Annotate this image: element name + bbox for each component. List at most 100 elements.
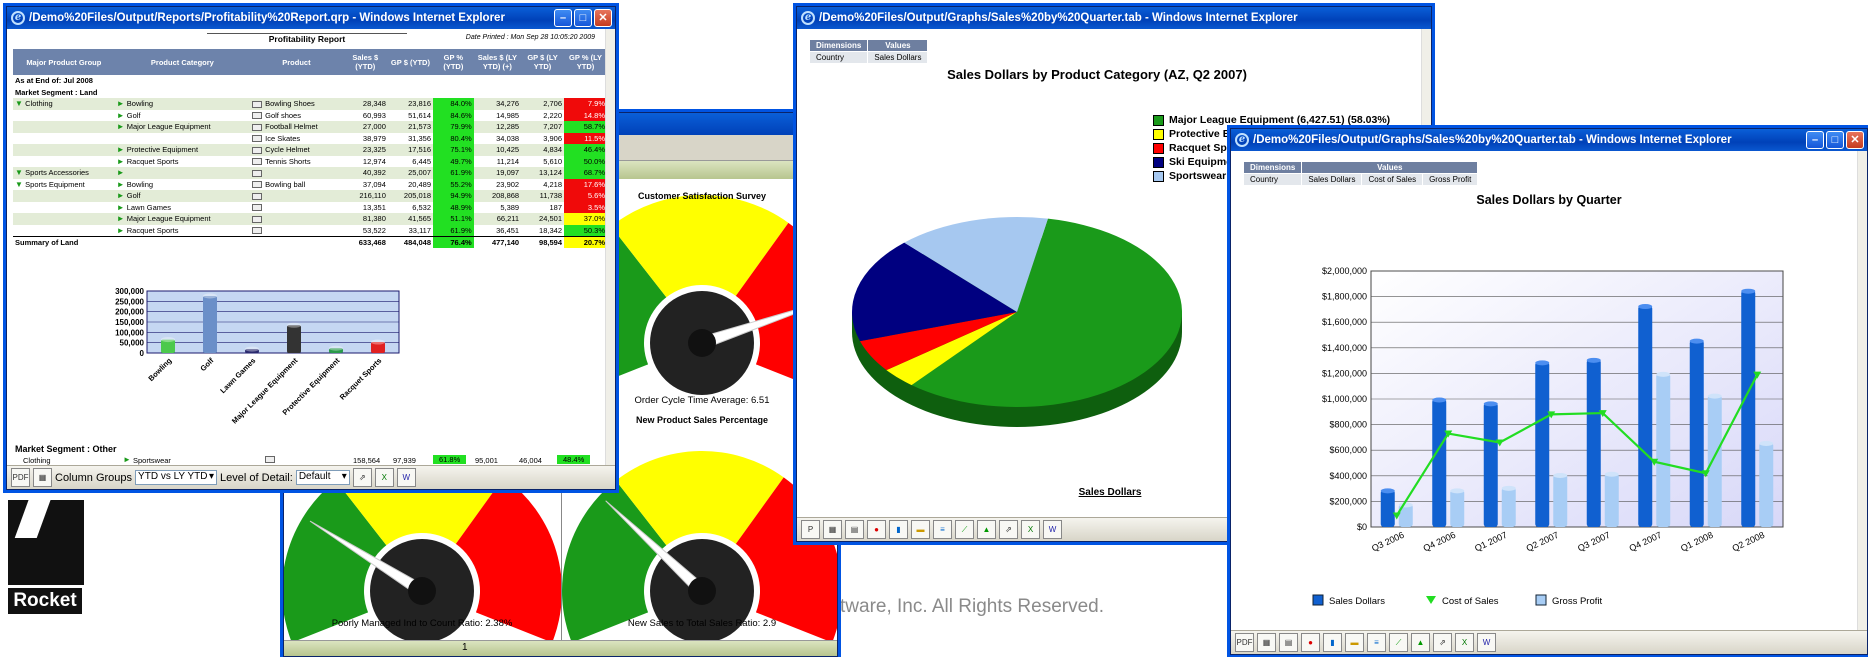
x-tick-label: Lawn Games <box>218 356 257 395</box>
line-chart-icon[interactable]: ⟋ <box>1389 633 1408 652</box>
bar-sales-dollars <box>1689 340 1704 527</box>
area-chart-icon[interactable]: ▲ <box>1411 633 1430 652</box>
bar-gross-profit <box>1450 489 1465 527</box>
legend-swatch <box>1153 156 1164 168</box>
bar-cap <box>1501 485 1516 491</box>
other-sales: 158,564 <box>353 456 381 465</box>
horizontal-bar-icon[interactable]: ≡ <box>1367 633 1386 652</box>
bar-cap <box>1450 488 1465 494</box>
x-tick-label: Q2 2007 <box>1525 530 1561 554</box>
export-icon[interactable]: ⇗ <box>999 520 1018 539</box>
pie-chart-icon[interactable]: ● <box>867 520 886 539</box>
horizontal-bar-icon[interactable]: ≡ <box>933 520 952 539</box>
legend-label: Sportswear <box>1169 170 1227 182</box>
legend-label: Cost of Sales <box>1442 596 1499 607</box>
area-chart-icon[interactable]: ▲ <box>977 520 996 539</box>
apply-icon[interactable]: ⇗ <box>352 468 372 487</box>
other-category: Sportswear <box>133 456 171 465</box>
bar-cap <box>1535 360 1550 366</box>
gauge-hub <box>408 577 436 605</box>
report-toolbar: PDF ▦ Column Groups YTD vs LY YTD ▾ Leve… <box>7 465 615 489</box>
legend-label: Sales Dollars <box>1329 596 1385 607</box>
line-chart-icon[interactable]: ⟋ <box>955 520 974 539</box>
y-tick-label: 200,000 <box>115 308 144 317</box>
gauge-caption: Poorly Managed Ind to Count Ratio: 2.38% <box>332 618 513 629</box>
bar-cap <box>1380 488 1395 494</box>
x-tick-label: Racquet Sports <box>338 356 384 402</box>
y-tick-label: $0 <box>1357 522 1367 532</box>
legend-label: Major League Equipment (6,427.51) (58.03… <box>1169 114 1391 126</box>
bar-sales-dollars <box>1483 402 1498 527</box>
x-tick-label: Q4 2006 <box>1422 530 1458 554</box>
bar-sales-dollars <box>1638 305 1653 527</box>
y-tick-label: 300,000 <box>115 287 144 296</box>
word-export-icon[interactable]: W <box>1477 633 1496 652</box>
bar-cap <box>245 346 259 352</box>
chart-title: Sales Dollars by Quarter <box>1476 193 1621 207</box>
other-ly-gp-pct: 48.4% <box>557 455 591 464</box>
table-icon[interactable]: ▦ <box>1257 633 1276 652</box>
table-chart-icon[interactable]: ▤ <box>1279 633 1298 652</box>
column-groups-select[interactable]: YTD vs LY YTD ▾ <box>135 470 218 485</box>
drilldown-icon[interactable] <box>265 456 275 463</box>
bar-gross-profit <box>1656 373 1671 527</box>
excel-export-icon[interactable]: X <box>1021 520 1040 539</box>
legend-swatch <box>1153 170 1164 182</box>
x-tick-label: Q3 2007 <box>1576 530 1612 554</box>
bar-cap <box>1483 401 1498 407</box>
legend-item: Major League Equipment (6,427.51) (58.03… <box>1153 113 1390 127</box>
bar-cap <box>1707 393 1722 399</box>
export-icon[interactable]: ⇗ <box>1433 633 1452 652</box>
pdf-export-icon[interactable]: P <box>801 520 820 539</box>
y-tick-label: 0 <box>140 349 145 358</box>
word-export-icon[interactable]: W <box>396 468 416 487</box>
pie-chart-icon[interactable]: ● <box>1301 633 1320 652</box>
word-export-icon[interactable]: W <box>1043 520 1062 539</box>
x-tick-label: Bowling <box>146 356 173 383</box>
y-tick-label: 100,000 <box>115 328 144 337</box>
bar-vertical-scrollbar[interactable] <box>1857 151 1867 630</box>
gauge-title: New Product Sales Percentage <box>636 415 768 425</box>
bar-cap <box>1689 338 1704 344</box>
report-vertical-scrollbar[interactable] <box>605 29 615 465</box>
bar-sales-dollars <box>1380 489 1395 527</box>
page-number: 1 <box>462 642 468 653</box>
bar-gross-profit <box>1501 487 1516 527</box>
column-groups-value: YTD vs LY YTD <box>138 471 208 482</box>
bar-gross-profit <box>1759 442 1774 527</box>
y-tick-label: $1,000,000 <box>1322 394 1367 404</box>
x-tick-label: Q4 2007 <box>1628 530 1664 554</box>
bar-chart-icon[interactable]: ▮ <box>889 520 908 539</box>
y-tick-label: $800,000 <box>1329 420 1367 430</box>
bar-cap <box>1432 397 1447 403</box>
other-ly-gp: 46,004 <box>519 456 542 465</box>
stacked-bar-icon[interactable]: ▬ <box>1345 633 1364 652</box>
expand-icon[interactable]: ► <box>123 455 131 464</box>
legend-swatch <box>1426 596 1436 604</box>
pdf-export-icon[interactable]: PDF <box>1235 633 1254 652</box>
column-groups-icon[interactable]: ▦ <box>33 468 52 487</box>
bar-chart-icon[interactable]: ▮ <box>1323 633 1342 652</box>
bar-cap <box>371 339 385 345</box>
table-icon[interactable]: ▦ <box>823 520 842 539</box>
x-tick-label: Q1 2007 <box>1473 530 1509 554</box>
legend-label: Gross Profit <box>1552 596 1603 607</box>
bar-sales-dollars <box>1535 361 1550 527</box>
bar-sales-dollars <box>1432 399 1447 527</box>
pdf-export-icon[interactable]: PDF <box>11 468 30 487</box>
excel-export-icon[interactable]: X <box>1455 633 1474 652</box>
gauge-caption: New Sales to Total Sales Ratio: 2.9 <box>628 618 776 629</box>
x-tick-label: Q1 2008 <box>1679 530 1715 554</box>
bar <box>203 295 217 353</box>
stacked-bar-icon[interactable]: ▬ <box>911 520 930 539</box>
bar-sales-dollars <box>1741 290 1756 527</box>
level-of-detail-select[interactable]: Default ▾ <box>295 470 350 485</box>
excel-export-icon[interactable]: X <box>374 468 394 487</box>
table-chart-icon[interactable]: ▤ <box>845 520 864 539</box>
legend-swatch <box>1153 128 1164 140</box>
gauge-hub <box>688 577 716 605</box>
other-group: Clothing <box>23 456 51 465</box>
rocket-logo: Rocket <box>8 498 84 618</box>
other-ly-sales: 95,001 <box>475 456 498 465</box>
bar-cap <box>1604 471 1619 477</box>
